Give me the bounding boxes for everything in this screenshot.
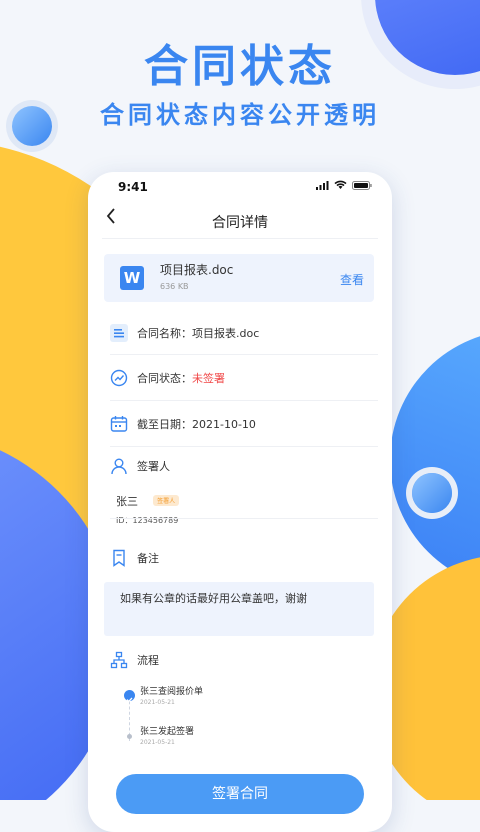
step-date: 2021-05-21 [140,699,175,706]
divider [110,517,378,519]
deadline-text: 截至日期：2021-10-10 [137,418,256,431]
phone-screen: 9:41 合同详情 W 项目报表.doc 636 KB 查看 合同名称：项目报表… [88,172,392,832]
blue-circle-right [390,330,480,590]
check-circle-icon [124,690,135,703]
status-badge: 未签署 [192,372,225,385]
status-bar: 9:41 [88,172,392,200]
remark-section-title: 备注 [137,552,159,565]
battery-icon [352,180,372,190]
file-name: 项目报表.doc [160,263,234,277]
step-text: 张三发起签署 [140,727,195,737]
nav-bar: 合同详情 [102,204,378,239]
word-doc-icon: W [120,266,144,290]
calendar-icon [110,415,128,433]
signer-header: 签署人 [110,448,378,484]
user-icon [110,457,128,475]
status-icons [316,180,372,190]
remark-box: 如果有公章的话最好用公章盖吧，谢谢 [104,582,374,636]
process-header: 流程 [110,644,378,676]
signer-role-badge: 签署人 [153,495,180,506]
sign-contract-button[interactable]: 签署合同 [116,774,364,814]
view-file-button[interactable]: 查看 [340,271,364,288]
signer-name: 张三 [116,495,138,508]
wifi-icon [334,180,347,189]
deadline-row: 截至日期：2021-10-10 [110,402,378,447]
deadline-value: 2021-10-10 [192,418,256,431]
signer-section-title: 签署人 [137,460,170,473]
contract-status-row: 合同状态：未签署 [110,356,378,401]
step-date: 2021-05-21 [140,739,175,746]
step-text: 张三查阅报价单 [140,687,204,697]
signer-item: 张三 签署人 ID：123456789 [116,490,180,526]
process-section-title: 流程 [137,654,159,667]
status-time: 9:41 [118,180,148,194]
hero-title: 合同状态 [144,41,336,92]
page-title: 合同详情 [212,215,268,231]
contract-name-text: 合同名称：项目报表.doc [137,327,260,340]
remark-header: 备注 [110,540,378,576]
file-size: 636 KB [160,282,189,291]
file-card[interactable]: W 项目报表.doc 636 KB 查看 [104,254,374,302]
contract-name-value: 项目报表.doc [192,327,260,340]
hero-subtitle: 合同状态内容公开透明 [100,101,380,129]
contract-name-row: 合同名称：项目报表.doc [110,312,378,355]
remark-text: 如果有公章的话最好用公章盖吧，谢谢 [120,592,307,605]
flowchart-icon [110,651,128,669]
timeline-step: 张三查阅报价单 2021-05-21 [140,684,203,706]
status-chart-icon [110,369,128,387]
contract-status-text: 合同状态：未签署 [137,372,225,385]
pending-dot-icon [127,734,132,739]
timeline-step: 张三发起签署 2021-05-21 [140,724,194,746]
signal-icon [316,180,329,190]
small-bubble-right [412,473,452,513]
document-list-icon [110,324,128,342]
bookmark-note-icon [110,549,128,567]
